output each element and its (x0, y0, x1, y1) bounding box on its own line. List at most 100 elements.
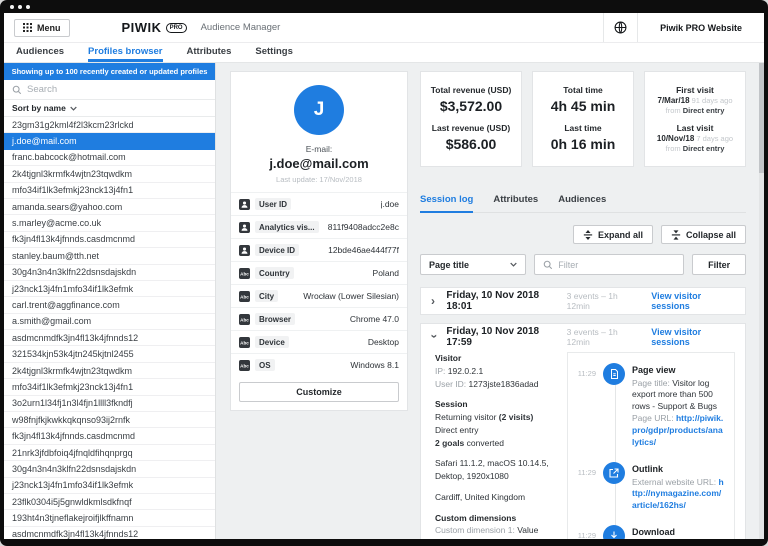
sort-by-name-dropdown[interactable]: Sort by name (4, 100, 215, 117)
attribute-value: Wrocław (Lower Silesian) (303, 291, 399, 301)
window-titlebar (4, 0, 764, 13)
attribute-value: 12bde46ae444f77f (328, 245, 399, 255)
event-time: 11:29 (574, 525, 596, 539)
profile-list-item[interactable]: franc.babcock@hotmail.com (4, 150, 215, 166)
session-details: Visitor IP: 192.0.2.1 User ID: 1273jste1… (421, 350, 745, 539)
filter-row: Page title (420, 254, 746, 275)
tab-profiles-browser[interactable]: Profiles browser (88, 43, 162, 62)
outlink-icon (603, 462, 625, 484)
customize-button[interactable]: Customize (239, 382, 399, 402)
collapse-icon (671, 230, 681, 240)
tab-settings[interactable]: Settings (255, 43, 292, 62)
globe-button[interactable] (603, 13, 637, 42)
view-visitor-sessions-link[interactable]: View visitor sessions (651, 291, 735, 311)
profile-list-item[interactable]: asdmcnmdfk3jn4fl13k4jfnnds12 (4, 330, 215, 346)
event-title: Outlink (632, 463, 724, 476)
text-attribute-icon: Abc (239, 360, 250, 371)
attribute-value: 811f9408adcc2e8c (328, 222, 399, 232)
attribute-row: Device ID12bde46ae444f77f (231, 238, 407, 261)
chevron-down-icon[interactable]: › (429, 334, 441, 341)
collapse-all-button[interactable]: Collapse all (661, 225, 746, 244)
session-header[interactable]: › Friday, 10 Nov 2018 18:01 3 events – 1… (421, 288, 745, 314)
search-input[interactable] (27, 84, 207, 95)
filter-input[interactable] (558, 260, 675, 270)
profile-list-item[interactable]: 23gm31g2kml4f2l3kcm23rlckd (4, 117, 215, 133)
attribute-value: Chrome 47.0 (350, 314, 399, 324)
tab-attributes[interactable]: Attributes (187, 43, 232, 62)
profile-list-item[interactable]: fk3jn4fl13k4jfnnds.casdmcnmd (4, 428, 215, 444)
header-right: Piwik PRO Website (603, 13, 764, 42)
page-title-select[interactable]: Page title (420, 254, 526, 275)
piwik-pro-website-button[interactable]: Piwik PRO Website (637, 13, 764, 42)
expand-all-button[interactable]: Expand all (573, 225, 653, 244)
menu-button-label: Menu (37, 23, 61, 33)
profile-list-item[interactable]: 321534kjn53k4jtn245kjtnl2455 (4, 346, 215, 362)
profile-list-item[interactable]: fk3jn4fl13k4jfnnds.casdmcnmd (4, 232, 215, 248)
profile-list-item[interactable]: s.marley@acme.co.uk (4, 215, 215, 231)
chevron-right-icon[interactable]: › (431, 295, 438, 307)
id-attribute-icon (239, 222, 250, 233)
session-event: 11:29 Page viewPage title: Visitor log ex… (574, 363, 724, 449)
profile-list-item[interactable]: 30g4n3n4n3klfn22dsnsdajskdn (4, 461, 215, 477)
profile-list-item[interactable]: 30g4n3n4n3klfn22dsnsdajskdn (4, 265, 215, 281)
profile-list-item[interactable]: a.smith@gmail.com (4, 314, 215, 330)
last-time-value: 0h 16 min (533, 136, 633, 152)
attribute-label: User ID (255, 198, 291, 210)
tab-audiences[interactable]: Audiences (16, 43, 64, 62)
attribute-row: AbcDeviceDesktop (231, 330, 407, 353)
profile-list-item[interactable]: mfo34if1lk3efmkj23nck13j4fn1 (4, 379, 215, 395)
events-list: 11:29 Page viewPage title: Visitor log ex… (574, 363, 724, 539)
tab-session-audiences[interactable]: Audiences (558, 194, 606, 213)
filter-button[interactable]: Filter (692, 254, 746, 275)
tab-session-attributes[interactable]: Attributes (493, 194, 538, 213)
profile-list-item[interactable]: carl.trent@aggfinance.com (4, 297, 215, 313)
session-summary: 3 events – 1h 12min (567, 327, 638, 347)
event-title: Page view (632, 364, 724, 377)
menu-button[interactable]: Menu (14, 19, 70, 37)
profile-list-item[interactable]: stanley.baum@tth.net (4, 248, 215, 264)
tab-session-log[interactable]: Session log (420, 194, 473, 213)
download-icon (603, 525, 625, 539)
session-header[interactable]: › Friday, 10 Nov 2018 17:59 3 events – 1… (421, 324, 745, 350)
profile-list-item[interactable]: 193ht4n3tjneflakejroifjlkffnamn (4, 510, 215, 526)
window-control-dot[interactable] (26, 5, 30, 9)
scrollbar-thumb[interactable] (759, 63, 764, 173)
profile-list-item[interactable]: j23nck13j4fn1mfo34if1lk3efmk (4, 281, 215, 297)
attribute-row: AbcOSWindows 8.1 (231, 353, 407, 376)
attribute-list: User IDj.doeAnalytics vis...811f9408adcc… (231, 192, 407, 376)
avatar: J (294, 85, 344, 135)
view-visitor-sessions-link[interactable]: View visitor sessions (651, 327, 735, 347)
svg-text:Abc: Abc (240, 271, 249, 276)
profile-email: j.doe@mail.com (239, 156, 399, 171)
svg-text:Abc: Abc (240, 317, 249, 322)
attribute-label: Browser (255, 313, 295, 325)
piwik-pro-logo: PIWIK PRO (122, 20, 187, 35)
window-control-dot[interactable] (18, 5, 22, 9)
attribute-value: Windows 8.1 (350, 360, 399, 370)
search-icon (543, 260, 553, 270)
profile-list-item[interactable]: 21nrk3jfdbfoiq4jfnqldfihqnprgq (4, 445, 215, 461)
profile-list-item[interactable]: asdmcnmdfk3jn4fl13k4jfnnds12 (4, 527, 215, 539)
filter-input-wrap (534, 254, 684, 275)
svg-text:Abc: Abc (240, 340, 249, 345)
session-date: Friday, 10 Nov 2018 18:01 (446, 290, 558, 312)
session-date: Friday, 10 Nov 2018 17:59 (446, 326, 558, 348)
profile-list-item[interactable]: 23flk0304i5j5gnwldkmlsdkfnqf (4, 494, 215, 510)
window-control-dot[interactable] (10, 5, 14, 9)
chevron-down-icon (510, 262, 517, 267)
event-detail-line: Page title: Visitor log export more than… (632, 378, 724, 414)
profile-list-item[interactable]: w98fnjfkjkwkkqkqnso93ij2rnfk (4, 412, 215, 428)
svg-text:Abc: Abc (240, 363, 249, 368)
time-card: Total time 4h 45 min Last time 0h 16 min (532, 71, 634, 167)
profile-list-item[interactable]: mfo34if1lk3efmkj23nck13j4fn1 (4, 183, 215, 199)
event-time: 11:29 (574, 363, 596, 449)
profile-list-item[interactable]: j.doe@mail.com (4, 133, 215, 149)
profile-list-item[interactable]: j23nck13j4fn1mfo34if1lk3efmk (4, 478, 215, 494)
profile-list-item[interactable]: 3o2urn1l34fj1n3l4fjn1llll3fkndfj (4, 396, 215, 412)
profile-list-item[interactable]: 2k4tjgnl3krmfk4wjtn23tqwdkm (4, 363, 215, 379)
total-time-value: 4h 45 min (533, 98, 633, 114)
profile-list-item[interactable]: 2k4tjgnl3krmfk4wjtn23tqwdkm (4, 166, 215, 182)
vertical-scrollbar[interactable] (759, 63, 764, 539)
total-revenue-value: $3,572.00 (421, 98, 521, 114)
profile-list-item[interactable]: amanda.sears@yahoo.com (4, 199, 215, 215)
